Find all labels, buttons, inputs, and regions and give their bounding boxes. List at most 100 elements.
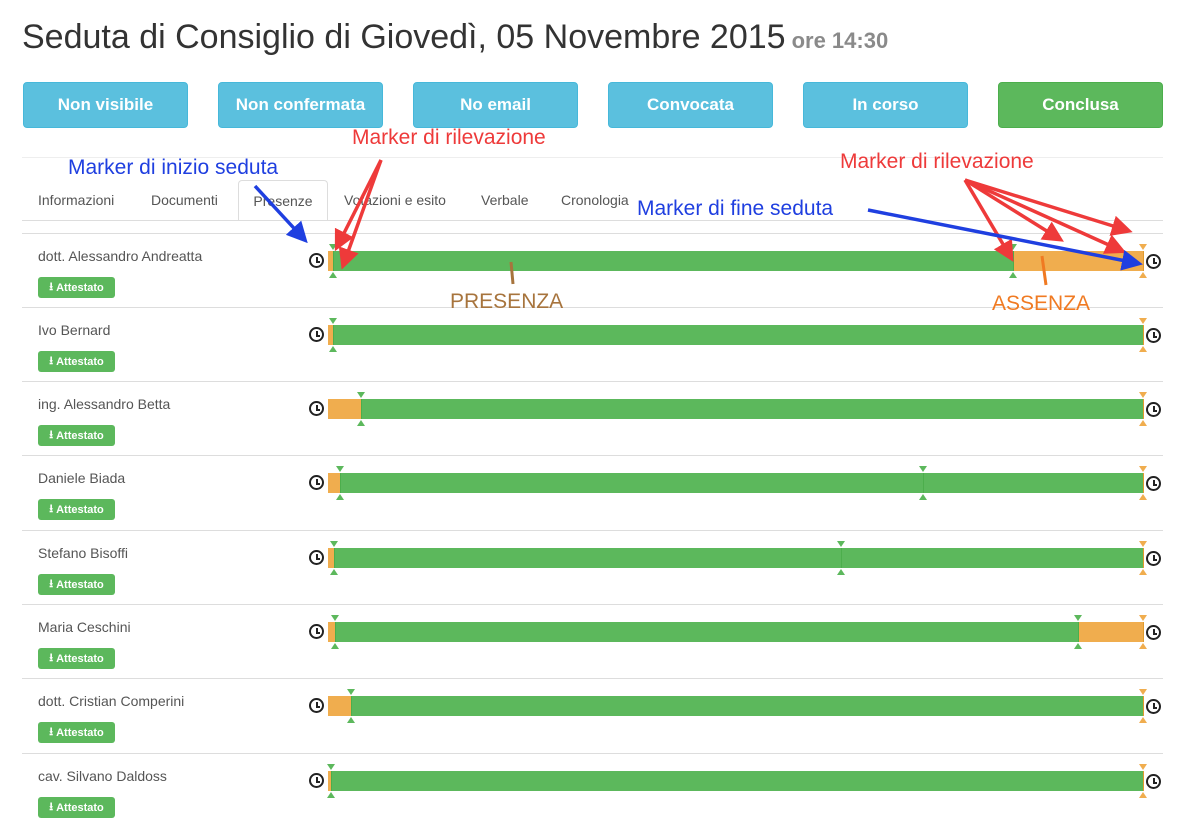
- detection-marker-line: [331, 771, 333, 791]
- detection-marker-top: [330, 615, 339, 621]
- session-start-clock-icon: [309, 475, 324, 490]
- end-marker-bottom: [1139, 420, 1147, 426]
- row-divider: [22, 455, 1163, 456]
- attestato-label: Attestato: [56, 281, 104, 294]
- detection-marker-line: [361, 399, 363, 419]
- session-start-clock-icon: [309, 624, 324, 639]
- end-marker-line: [1143, 251, 1144, 271]
- attestato-button[interactable]: ⭳ Attestato: [38, 499, 115, 520]
- detection-marker-bottom: [1073, 643, 1082, 649]
- detection-marker-bottom: [330, 643, 339, 649]
- tab-informazioni[interactable]: Informazioni: [38, 180, 114, 220]
- person-name: Ivo Bernard: [38, 322, 111, 338]
- attestato-label: Attestato: [56, 503, 104, 516]
- attestato-label: Attestato: [56, 355, 104, 368]
- detection-marker-bottom: [328, 272, 337, 278]
- tab-presenze[interactable]: Presenze: [238, 180, 328, 221]
- status-button-conclusa[interactable]: Conclusa: [998, 82, 1163, 128]
- detection-marker-top: [328, 244, 337, 250]
- presence-segment: [361, 399, 1143, 419]
- attestato-button[interactable]: ⭳ Attestato: [38, 797, 115, 818]
- tab-divider: [22, 220, 1163, 221]
- annotation-detection-marker: Marker di rilevazione: [352, 126, 546, 149]
- annotation-absence: ASSENZA: [992, 292, 1091, 315]
- person-name: dott. Alessandro Andreatta: [38, 248, 203, 264]
- attestato-label: Attestato: [56, 801, 104, 814]
- end-marker-line: [1143, 548, 1144, 568]
- absence-segment: [328, 399, 362, 419]
- session-time: ore 14:30: [791, 28, 889, 53]
- absence-segment: [1077, 622, 1143, 642]
- row-divider: [22, 530, 1163, 531]
- annotation-presence: PRESENZA: [450, 290, 564, 313]
- row-divider: [22, 381, 1163, 382]
- detection-marker-bottom: [1008, 272, 1017, 278]
- attestato-button[interactable]: ⭳ Attestato: [38, 277, 115, 298]
- detection-marker-top: [327, 764, 336, 770]
- detection-marker-line: [841, 548, 843, 568]
- person-name: dott. Cristian Comperini: [38, 693, 185, 709]
- end-marker-bottom: [1139, 643, 1147, 649]
- detection-marker-line: [1077, 622, 1079, 642]
- session-end-clock-icon: [1146, 328, 1161, 343]
- row-divider: [22, 233, 1163, 234]
- status-button-no-email[interactable]: No email: [413, 82, 578, 128]
- end-marker-top: [1139, 244, 1147, 250]
- detection-marker-line: [1012, 251, 1014, 271]
- end-marker-bottom: [1139, 569, 1147, 575]
- session-end-clock-icon: [1146, 699, 1161, 714]
- end-marker-bottom: [1139, 494, 1147, 500]
- detection-marker-bottom: [346, 717, 355, 723]
- status-button-non-confermata[interactable]: Non confermata: [218, 82, 383, 128]
- tab-votazioni-e-esito[interactable]: Votazioni e esito: [344, 180, 446, 220]
- arrow-detection-4: [964, 178, 1064, 242]
- arrow-detection-3: [963, 179, 1014, 263]
- session-start-clock-icon: [309, 773, 324, 788]
- session-title: Seduta di Consiglio di Giovedì, 05 Novem…: [22, 18, 786, 56]
- attestato-label: Attestato: [56, 726, 104, 739]
- detection-marker-top: [346, 689, 355, 695]
- status-button-non-visibile[interactable]: Non visibile: [23, 82, 188, 128]
- tab-documenti[interactable]: Documenti: [151, 180, 218, 220]
- person-name: Stefano Bisoffi: [38, 545, 129, 561]
- download-icon: ⭳: [49, 726, 54, 738]
- detection-marker-line: [350, 696, 352, 716]
- attestato-button[interactable]: ⭳ Attestato: [38, 722, 115, 743]
- attestato-button[interactable]: ⭳ Attestato: [38, 425, 115, 446]
- person-name: Daniele Biada: [38, 470, 126, 486]
- detection-marker-bottom: [837, 569, 846, 575]
- attestato-button[interactable]: ⭳ Attestato: [38, 351, 115, 372]
- detection-marker-line: [332, 325, 334, 345]
- tab-verbale[interactable]: Verbale: [481, 180, 528, 220]
- detection-marker-top: [918, 466, 927, 472]
- download-icon: ⭳: [49, 801, 54, 813]
- tab-cronologia[interactable]: Cronologia: [561, 180, 629, 220]
- presence-segment: [331, 771, 1143, 791]
- detection-marker-top: [336, 466, 345, 472]
- session-end-clock-icon: [1146, 254, 1161, 269]
- detection-marker-line: [334, 622, 336, 642]
- person-name: Maria Ceschini: [38, 619, 131, 635]
- end-marker-line: [1143, 473, 1144, 493]
- status-button-in-corso[interactable]: In corso: [803, 82, 968, 128]
- session-end-clock-icon: [1146, 774, 1161, 789]
- end-marker-top: [1139, 541, 1147, 547]
- arrow-detection-5: [964, 178, 1127, 254]
- row-divider: [22, 678, 1163, 679]
- detection-marker-top: [357, 392, 366, 398]
- row-divider: [22, 604, 1163, 605]
- detection-marker-bottom: [329, 569, 338, 575]
- detection-marker-top: [1008, 244, 1017, 250]
- status-button-convocata[interactable]: Convocata: [608, 82, 773, 128]
- presence-segment: [334, 622, 1078, 642]
- end-marker-top: [1139, 318, 1147, 324]
- absence-segment: [328, 473, 341, 493]
- attestato-button[interactable]: ⭳ Attestato: [38, 648, 115, 669]
- presence-segment: [333, 548, 1143, 568]
- attestato-button[interactable]: ⭳ Attestato: [38, 574, 115, 595]
- person-name: ing. Alessandro Betta: [38, 396, 171, 412]
- end-marker-bottom: [1139, 346, 1147, 352]
- detection-marker-top: [837, 541, 846, 547]
- download-icon: ⭳: [49, 652, 54, 664]
- presence-segment: [350, 696, 1143, 716]
